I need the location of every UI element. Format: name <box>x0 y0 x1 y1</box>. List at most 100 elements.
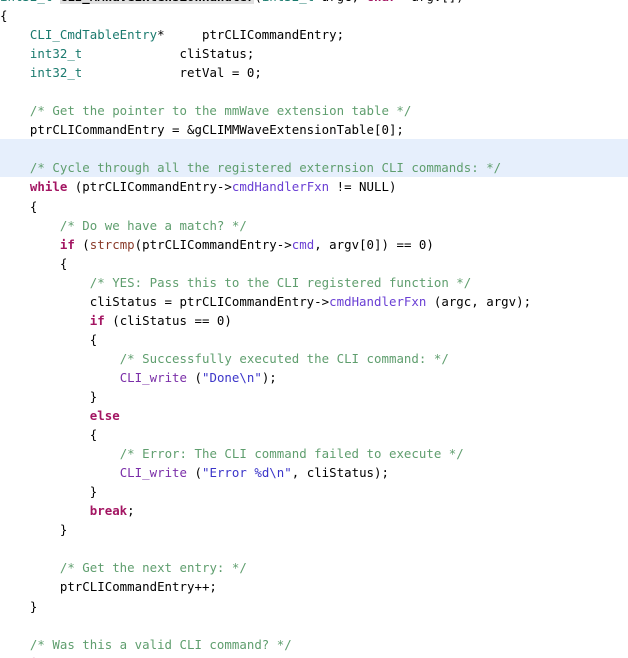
code-line[interactable] <box>0 539 628 558</box>
code-line[interactable]: if (ptrCLICommandEntry->cmdHandlerFxn ==… <box>0 654 628 658</box>
code-line[interactable]: } <box>0 482 628 501</box>
code-token-cmt: /* Successfully executed the CLI command… <box>119 350 449 366</box>
code-token-kw: if <box>89 312 105 328</box>
code-token-plain: ( <box>254 0 261 4</box>
code-editor-viewport[interactable]: int32_t CLI_MMWaveExtensionHandler(int32… <box>0 0 628 658</box>
code-line[interactable]: while (ptrCLICommandEntry->cmdHandlerFxn… <box>0 177 628 196</box>
code-line[interactable]: CLI_write ("Error %d\n", cliStatus); <box>0 463 628 482</box>
code-token-kw: while <box>29 179 68 195</box>
code-line[interactable]: /* Get the next entry: */ <box>0 558 628 577</box>
code-line[interactable]: ptrCLICommandEntry++; <box>0 577 628 596</box>
code-token-plain: { <box>0 255 68 271</box>
code-token-plain: ( <box>74 236 90 252</box>
code-token-sfn: strcmp <box>89 236 135 252</box>
code-line[interactable]: int32_t cliStatus; <box>0 44 628 63</box>
code-line[interactable] <box>0 82 628 101</box>
code-token-plain: ptrCLICommandEntry = &gCLIMMWaveExtensio… <box>0 122 404 138</box>
code-token-typ: int32_t <box>0 0 52 4</box>
code-line[interactable]: { <box>0 197 628 216</box>
code-token-plain: argc, <box>314 0 366 4</box>
code-token-plain: * ptrCLICommandEntry; <box>157 27 345 43</box>
code-token-plain: { <box>0 8 8 24</box>
code-line[interactable]: cliStatus = ptrCLICommandEntry->cmdHandl… <box>0 292 628 311</box>
code-token-fn: CLI_write <box>119 465 188 481</box>
code-token-plain: cliStatus; <box>82 46 255 62</box>
code-token-decl: CLI_MMWaveExtensionHandler <box>59 0 255 4</box>
code-token-cmt: /* Get the pointer to the mmWave extensi… <box>29 103 412 119</box>
code-line[interactable]: /* Error: The CLI command failed to exec… <box>0 444 628 463</box>
code-line[interactable]: } <box>0 597 628 616</box>
code-line[interactable]: if (strcmp(ptrCLICommandEntry->cmd, argv… <box>0 235 628 254</box>
code-line[interactable]: ptrCLICommandEntry = &gCLIMMWaveExtensio… <box>0 120 628 139</box>
code-token-plain: { <box>0 427 98 443</box>
code-line[interactable]: else <box>0 406 628 425</box>
code-token-plain: (ptrCLICommandEntry-> <box>67 179 232 195</box>
source-code-text[interactable]: int32_t CLI_MMWaveExtensionHandler(int32… <box>0 0 628 658</box>
code-line[interactable]: { <box>0 6 628 25</box>
code-token-plain: ); <box>261 369 277 385</box>
code-line[interactable]: { <box>0 330 628 349</box>
code-token-kw: char <box>367 0 397 4</box>
code-token-plain: (cliStatus == 0) <box>104 312 232 328</box>
code-line[interactable] <box>0 139 628 159</box>
code-token-typ: int32_t <box>29 46 83 62</box>
code-token-plain: { <box>0 198 38 214</box>
code-token-plain: retVal = 0; <box>82 65 262 81</box>
code-line[interactable]: { <box>0 425 628 444</box>
code-token-plain: , cliStatus); <box>291 465 389 481</box>
code-line[interactable]: { <box>0 254 628 273</box>
code-token-plain: } <box>0 598 38 614</box>
code-line[interactable]: int32_t retVal = 0; <box>0 63 628 82</box>
code-token-plain: (argc, argv); <box>426 293 532 309</box>
code-token-plain: ptrCLICommandEntry++; <box>0 579 217 595</box>
code-line[interactable] <box>0 616 628 635</box>
code-token-plain: * argv[]) <box>396 0 463 4</box>
code-line[interactable]: /* YES: Pass this to the CLI registered … <box>0 273 628 292</box>
code-line[interactable]: break; <box>0 501 628 520</box>
code-line[interactable]: CLI_CmdTableEntry* ptrCLICommandEntry; <box>0 25 628 44</box>
code-token-kw: if <box>59 236 75 252</box>
code-line[interactable]: if (cliStatus == 0) <box>0 311 628 330</box>
code-token-plain: } <box>0 388 98 404</box>
code-token-plain: ; <box>127 503 135 519</box>
code-token-plain: } <box>0 522 68 538</box>
code-line[interactable]: } <box>0 387 628 406</box>
code-token-fld: cmdHandlerFxn <box>231 179 330 195</box>
code-token-cmt: /* Get the next entry: */ <box>59 560 247 576</box>
code-token-str: "Error %d\n" <box>201 465 292 481</box>
code-token-typ: int32_t <box>29 65 83 81</box>
code-line[interactable]: } <box>0 520 628 539</box>
code-line[interactable]: CLI_write ("Done\n"); <box>0 368 628 387</box>
code-token-cmt: /* Error: The CLI command failed to exec… <box>119 446 464 462</box>
code-line[interactable]: /* Was this a valid CLI command? */ <box>0 635 628 654</box>
code-token-str: "Done\n" <box>201 369 262 385</box>
code-line[interactable]: /* Get the pointer to the mmWave extensi… <box>0 101 628 120</box>
code-line[interactable]: /* Do we have a match? */ <box>0 216 628 235</box>
code-token-plain: != NULL) <box>329 179 397 195</box>
code-line[interactable]: /* Cycle through all the registered exte… <box>0 158 628 178</box>
code-line[interactable]: /* Successfully executed the CLI command… <box>0 349 628 368</box>
code-token-typ: int32_t <box>262 0 314 4</box>
code-token-plain: ( <box>187 465 202 481</box>
code-token-cmt: /* Cycle through all the registered exte… <box>29 160 502 176</box>
code-token-typ: CLI_CmdTableEntry <box>29 27 158 43</box>
